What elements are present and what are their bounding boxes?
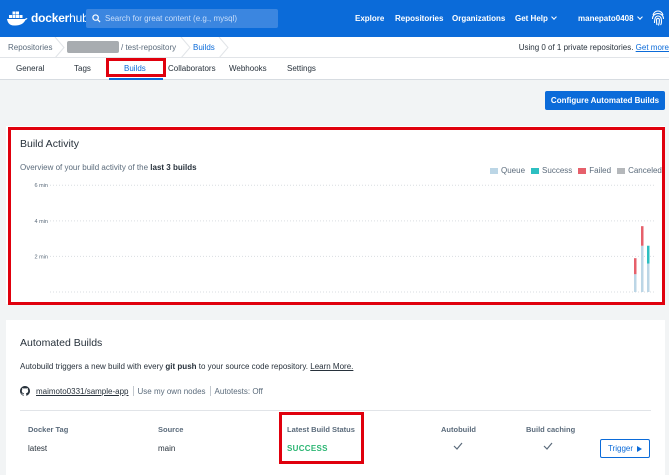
top-navbar: dockerhub Explore Repositories Organizat… xyxy=(0,0,669,37)
divider xyxy=(209,386,211,396)
desc-suffix: to your source code repository. xyxy=(198,362,309,371)
desc-prefix: Autobuild triggers a new build with ever… xyxy=(20,362,164,371)
get-more-link[interactable]: Get more xyxy=(636,43,669,52)
chevron-down-icon xyxy=(551,14,557,20)
tab-settings[interactable]: Settings xyxy=(287,64,316,73)
breadcrumb-separator xyxy=(180,37,191,58)
source-repo-link[interactable]: maimoto0331/sample-app xyxy=(36,387,129,396)
breadcrumb: Repositories / test-repository Builds Us… xyxy=(0,37,669,58)
column-docker-tag: Docker Tag xyxy=(28,425,69,434)
tab-general[interactable]: General xyxy=(16,64,44,73)
build-status-badge: SUCCESS xyxy=(287,444,328,453)
active-tab-indicator xyxy=(109,78,163,80)
build-bar-failed xyxy=(641,226,644,246)
divider xyxy=(132,386,134,396)
build-bar-queue xyxy=(647,263,650,292)
source-repo-line: maimoto0331/sample-app Use my own nodes … xyxy=(20,386,263,396)
learn-more-link[interactable]: Learn More. xyxy=(310,362,353,371)
play-icon xyxy=(637,445,643,452)
breadcrumb-separator xyxy=(54,37,65,58)
logo-text-docker: docker xyxy=(31,11,70,25)
nav-repositories[interactable]: Repositories xyxy=(395,14,443,23)
row-docker-tag: latest xyxy=(28,444,48,453)
autotests-label: Autotests: Off xyxy=(214,386,263,396)
build-activity-chart: 6 min 4 min 2 min xyxy=(35,183,654,293)
user-name: manepato0408 xyxy=(578,14,634,23)
chevron-down-icon xyxy=(636,14,643,20)
docker-whale-icon xyxy=(7,11,28,26)
build-bar-success xyxy=(647,245,650,264)
usage-text: Using 0 of 1 private repositories. xyxy=(518,43,634,52)
automated-builds-description: Autobuild triggers a new build with ever… xyxy=(20,362,353,371)
build-bar-failed xyxy=(634,258,637,275)
tab-collaborators[interactable]: Collaborators xyxy=(168,64,216,73)
nav-get-help[interactable]: Get Help xyxy=(515,14,557,23)
breadcrumb-repositories[interactable]: Repositories xyxy=(8,43,52,52)
nav-get-help-label: Get Help xyxy=(515,14,548,23)
build-caching-check-icon xyxy=(543,442,553,450)
column-source: Source xyxy=(158,425,184,434)
search-box[interactable] xyxy=(86,9,278,28)
breadcrumb-current: Builds xyxy=(193,43,215,52)
private-repo-usage: Using 0 of 1 private repositories. Get m… xyxy=(519,43,669,52)
fingerprint-icon[interactable] xyxy=(651,10,665,26)
y-tick-label: 4 min xyxy=(35,219,48,225)
github-icon xyxy=(20,386,30,396)
breadcrumb-namespace-redacted[interactable] xyxy=(67,41,119,53)
search-icon xyxy=(92,14,101,23)
desc-bold: git push xyxy=(165,362,197,371)
build-nodes-label: Use my own nodes xyxy=(137,386,206,396)
y-tick-label: 6 min xyxy=(35,183,48,189)
tab-builds[interactable]: Builds xyxy=(124,64,146,73)
build-bar-queue xyxy=(634,274,637,292)
configure-automated-builds-button[interactable]: Configure Automated Builds xyxy=(545,91,665,110)
breadcrumb-separator xyxy=(218,37,229,58)
nav-explore[interactable]: Explore xyxy=(355,14,384,23)
tab-webhooks[interactable]: Webhooks xyxy=(229,64,267,73)
trigger-label: Trigger xyxy=(607,444,634,453)
column-build-caching: Build caching xyxy=(526,425,576,434)
search-input[interactable] xyxy=(105,14,275,23)
repo-tabs: General Tags Builds Collaborators Webhoo… xyxy=(0,58,669,80)
column-autobuild: Autobuild xyxy=(441,425,476,434)
row-source: main xyxy=(158,444,176,453)
build-activity-card: Build Activity Overview of your build ac… xyxy=(6,126,665,304)
column-latest-build-status: Latest Build Status xyxy=(287,425,355,434)
nav-user-menu[interactable]: manepato0408 xyxy=(578,14,643,23)
nav-organizations[interactable]: Organizations xyxy=(452,14,505,23)
y-tick-label: 2 min xyxy=(35,254,48,260)
build-bar-queue xyxy=(641,245,644,292)
tab-tags[interactable]: Tags xyxy=(74,64,91,73)
autobuild-check-icon xyxy=(453,442,463,450)
breadcrumb-repository[interactable]: / test-repository xyxy=(121,43,176,52)
automated-builds-title: Automated Builds xyxy=(20,337,103,349)
docker-hub-logo[interactable]: dockerhub xyxy=(6,10,89,26)
table-divider xyxy=(20,410,651,411)
automated-builds-card: Automated Builds Autobuild triggers a ne… xyxy=(6,320,665,475)
trigger-button[interactable]: Trigger xyxy=(600,439,650,458)
